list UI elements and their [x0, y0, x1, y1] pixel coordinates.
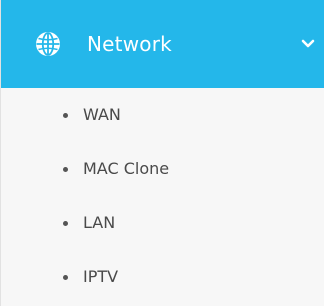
submenu-item-mac-clone[interactable]: MAC Clone [1, 142, 324, 196]
network-submenu: WAN MAC Clone LAN IPTV [1, 88, 324, 304]
globe-icon [36, 32, 60, 56]
submenu-item-wan[interactable]: WAN [1, 88, 324, 142]
submenu-item-label: IPTV [83, 267, 119, 286]
chevron-down-icon[interactable] [301, 38, 315, 50]
submenu-item-lan[interactable]: LAN [1, 196, 324, 250]
network-menu-header[interactable]: Network [1, 0, 324, 88]
submenu-item-iptv[interactable]: IPTV [1, 250, 324, 304]
bullet [63, 275, 68, 280]
submenu-item-label: WAN [83, 105, 121, 124]
sidebar-menu: Network WAN MAC Clone LAN IPTV [0, 0, 324, 306]
submenu-item-label: MAC Clone [83, 159, 170, 178]
submenu-item-label: LAN [83, 213, 116, 232]
network-menu-title: Network [87, 32, 172, 56]
bullet [63, 221, 68, 226]
bullet [63, 113, 68, 118]
bullet [63, 167, 68, 172]
